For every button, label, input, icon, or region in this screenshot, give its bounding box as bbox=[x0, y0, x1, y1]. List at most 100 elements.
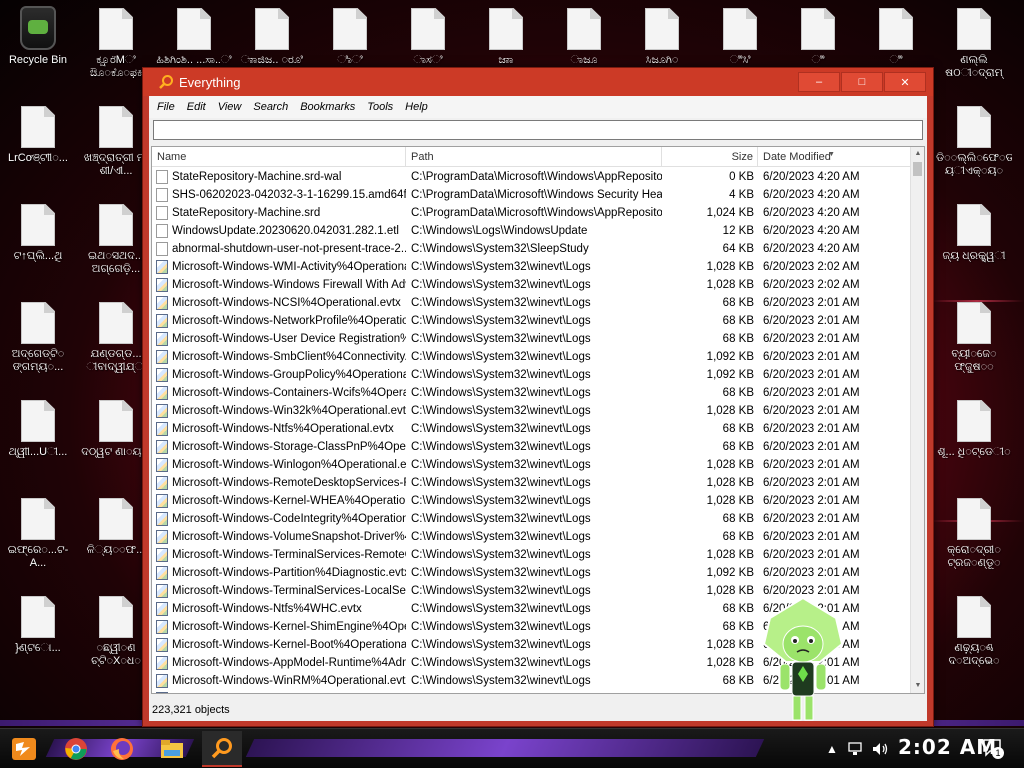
event-log-file-icon bbox=[156, 620, 168, 634]
taskbar-file-explorer[interactable] bbox=[152, 731, 192, 767]
cell-path: C:\Windows\System32\winevt\Logs bbox=[411, 459, 591, 471]
taskbar-chrome[interactable] bbox=[56, 731, 96, 767]
table-row[interactable]: abnormal-shutdown-user-not-present-trace… bbox=[152, 240, 910, 258]
cell-name: Microsoft-Windows-NetworkProfile%4Operat… bbox=[152, 312, 406, 330]
table-row[interactable]: Microsoft-Windows-Winlogon%4Operational.… bbox=[152, 456, 910, 474]
desktop-icon-file[interactable]: କ୍ରୋ◌ଦ୍ରୀ◌ ଟ୍ରଜ◌ଣ୍ଡୂ◌ bbox=[936, 494, 1012, 584]
file-name: Microsoft-Windows-VolumeSnapshot-Driver%… bbox=[172, 531, 406, 543]
desktop-icon-file[interactable]: ଜ୍ୟ ଧ୍ରକ୍ସ୍ୱ◌ୀ bbox=[936, 200, 1012, 290]
event-log-file-icon bbox=[156, 386, 168, 400]
file-name: Microsoft-Windows-WMI-Activity%4Operatio… bbox=[172, 261, 406, 273]
column-header-path[interactable]: Path bbox=[406, 147, 662, 167]
file-name: Microsoft-Windows-TerminalServices-Remot… bbox=[172, 549, 406, 561]
file-name: Microsoft-Windows-NetworkProfile%4Operat… bbox=[172, 315, 406, 327]
file-name: Microsoft-Windows-User Device Registrati… bbox=[172, 333, 406, 345]
cell-size: 68 KB bbox=[722, 603, 754, 615]
table-row[interactable]: Microsoft-Windows-VolumeSnapshot-Driver%… bbox=[152, 528, 910, 546]
table-row[interactable]: Microsoft-Windows-User Device Registrati… bbox=[152, 330, 910, 348]
cell-path: C:\Windows\System32\winevt\Logs bbox=[406, 690, 662, 693]
scroll-up-arrow-icon[interactable]: ▲ bbox=[911, 147, 924, 161]
table-row[interactable]: Microsoft-Windows-SmbClient%4Connectivit… bbox=[152, 348, 910, 366]
desktop-icon-file[interactable]: ଇଫ୍ରେ◌...ଟ-A... bbox=[0, 494, 76, 584]
desktop-icon-file[interactable]: ବ୍ୟୀ◌ଜେ◌ ଫ୍ଜୁଷ◌◌ bbox=[936, 298, 1012, 388]
minimize-button[interactable]: – bbox=[798, 72, 840, 92]
cell-date-modified: 6/20/2023 2:01 AM bbox=[763, 351, 860, 363]
file-name: Microsoft-Windows-Containers-Wcifs%4Oper… bbox=[172, 387, 406, 399]
cell-size: 1,092 KB bbox=[706, 351, 754, 363]
menu-edit[interactable]: Edit bbox=[182, 101, 213, 113]
table-row[interactable]: Microsoft-Windows-Ntfs%4Operational.evtx… bbox=[152, 420, 910, 438]
desktop-icon-file[interactable]: ଣଲ୍ଲି ଷଠ◌ୀ◌ଦ୍ରାମ୍ bbox=[936, 4, 1012, 94]
menu-file[interactable]: File bbox=[152, 101, 182, 113]
column-header-name[interactable]: Name bbox=[152, 147, 406, 167]
desktop-icon-file[interactable]: }ଣ୍ଟ◌ୋ... bbox=[0, 592, 76, 682]
cell-name: Microsoft-Windows-Kernel-WHEA%4Operation… bbox=[152, 492, 406, 510]
cell-date-modified: 6/20/2023 2:01 AM bbox=[763, 441, 860, 453]
volume-icon[interactable] bbox=[872, 742, 890, 756]
table-row[interactable]: Microsoft-Windows-Partition%4Diagnostic.… bbox=[152, 564, 910, 582]
table-row[interactable]: SHS-06202023-042032-3-1-16299.15.amd64f.… bbox=[152, 186, 910, 204]
column-header-size[interactable]: Size bbox=[662, 147, 758, 167]
file-icon bbox=[156, 206, 168, 220]
file-icon bbox=[645, 8, 679, 50]
menu-search[interactable]: Search bbox=[248, 101, 295, 113]
table-row[interactable]: Microsoft-Windows-Win32k%4Operational.ev… bbox=[152, 402, 910, 420]
close-button[interactable]: ✕ bbox=[884, 72, 926, 92]
cell-name: Microsoft-Windows-Partition%4Diagnostic.… bbox=[152, 564, 406, 582]
action-center-button[interactable]: 1 bbox=[982, 737, 1004, 759]
file-icon bbox=[99, 302, 133, 344]
scrollbar-thumb[interactable] bbox=[913, 162, 922, 176]
menu-tools[interactable]: Tools bbox=[362, 101, 400, 113]
table-row[interactable]: Microsoft-Windows-TerminalServices-Remot… bbox=[152, 546, 910, 564]
cell-size: 1,028 KB bbox=[706, 549, 754, 561]
desktop-icon-file[interactable]: LrCơଞ୍ଟୀୀ◌... bbox=[0, 102, 76, 192]
desktop-icon-file[interactable]: ଟ↑ଘ୍ଲି...ଥି bbox=[0, 200, 76, 290]
desktop-icon-file[interactable]: ଥ୍ୱୀୀ...Uୀ... bbox=[0, 396, 76, 486]
menu-view[interactable]: View bbox=[213, 101, 249, 113]
cell-path: C:\Windows\System32\winevt\Logs bbox=[411, 333, 591, 345]
table-row[interactable]: Microsoft-Windows-Storage-ClassPnP%4Oper… bbox=[152, 438, 910, 456]
start-button[interactable] bbox=[4, 731, 44, 767]
desktop-icon-file[interactable]: ଅଦ୍ଗେଡ୍ଟି◌ ଙ୍ଗମ୍ୟ◌... bbox=[0, 298, 76, 388]
file-icon bbox=[21, 106, 55, 148]
table-row[interactable]: Microsoft-Windows-WMI-Activity%4Operatio… bbox=[152, 258, 910, 276]
event-log-file-icon bbox=[156, 530, 168, 544]
desktop-icon-recycle-bin[interactable]: Recycle Bin bbox=[0, 4, 76, 94]
table-row[interactable]: WindowsUpdate.20230620.042031.282.1.etl C… bbox=[152, 222, 910, 240]
desktop-icon-file[interactable]: ଡି◌◌ଲ୍ଲି◌ଫେ◌ଡ୍ୟ ୟ◌ୀଏକ୍◌ୟ◌ bbox=[936, 102, 1012, 192]
cell-size: 1,028 KB bbox=[706, 279, 754, 291]
show-hidden-icons-icon[interactable]: ▲ bbox=[826, 742, 838, 756]
table-row[interactable]: Microsoft-Windows-RemoteDesktopServices-… bbox=[152, 474, 910, 492]
file-icon bbox=[957, 302, 991, 344]
file-name: WindowsUpdate.20230620.042031.282.1.etl bbox=[172, 225, 399, 237]
file-icon bbox=[957, 8, 991, 50]
table-row[interactable]: StateRepository-Machine.srd-wal C:\Progra… bbox=[152, 168, 910, 186]
table-row[interactable]: Microsoft-Windows-Kernel-WHEA%4Operation… bbox=[152, 492, 910, 510]
table-row[interactable]: Microsoft-Windows-CodeIntegrity%4Operati… bbox=[152, 510, 910, 528]
desktop-icon-label: ଡି◌◌ଲ୍ଲି◌ଫେ◌ଡ୍ୟ ୟ◌ୀଏକ୍◌ୟ◌ bbox=[936, 152, 1012, 177]
table-row[interactable]: Microsoft-Windows-NetworkProfile%4Operat… bbox=[152, 312, 910, 330]
table-row[interactable]: StateRepository-Machine.srd C:\ProgramDat… bbox=[152, 204, 910, 222]
file-name: Microsoft-Windows-NCSI%4Operational.evtx bbox=[172, 297, 401, 309]
desktop-icon-file[interactable]: ଶୂ... ଧି◌ଟ୍ଡେ◌ୀ◌ bbox=[936, 396, 1012, 486]
network-icon[interactable] bbox=[848, 742, 864, 756]
menu-help[interactable]: Help bbox=[400, 101, 435, 113]
file-icon bbox=[957, 204, 991, 246]
table-row[interactable]: Microsoft-Windows-Windows Firewall With … bbox=[152, 276, 910, 294]
column-header-date-modified[interactable]: ▼ Date Modified bbox=[758, 147, 910, 167]
scroll-down-arrow-icon[interactable]: ▼ bbox=[911, 679, 924, 693]
maximize-button[interactable]: □ bbox=[841, 72, 883, 92]
file-name: abnormal-shutdown-user-not-present-trace… bbox=[172, 243, 406, 255]
table-row[interactable]: Microsoft-Windows-GroupPolicy%4Operation… bbox=[152, 366, 910, 384]
title-bar[interactable]: Everything – □ ✕ bbox=[143, 68, 933, 96]
menu-bookmarks[interactable]: Bookmarks bbox=[295, 101, 362, 113]
taskbar-firefox[interactable] bbox=[102, 731, 142, 767]
cell-date-modified: 6/20/2023 2:01 AM bbox=[763, 297, 860, 309]
table-row[interactable]: Microsoft-Windows-NCSI%4Operational.evtx… bbox=[152, 294, 910, 312]
table-row[interactable]: Microsoft-Windows-Containers-Wcifs%4Oper… bbox=[152, 384, 910, 402]
vertical-scrollbar[interactable]: ▲ ▼ bbox=[910, 147, 924, 693]
event-log-file-icon bbox=[156, 368, 168, 382]
desktop-icon-file[interactable]: ଣଢ଼୍ୟ◌ଣ୍ଢ ଦ◌ଅଦ୍ଭେ◌ bbox=[936, 592, 1012, 682]
search-input[interactable] bbox=[153, 120, 923, 140]
taskbar-everything[interactable] bbox=[202, 731, 242, 767]
